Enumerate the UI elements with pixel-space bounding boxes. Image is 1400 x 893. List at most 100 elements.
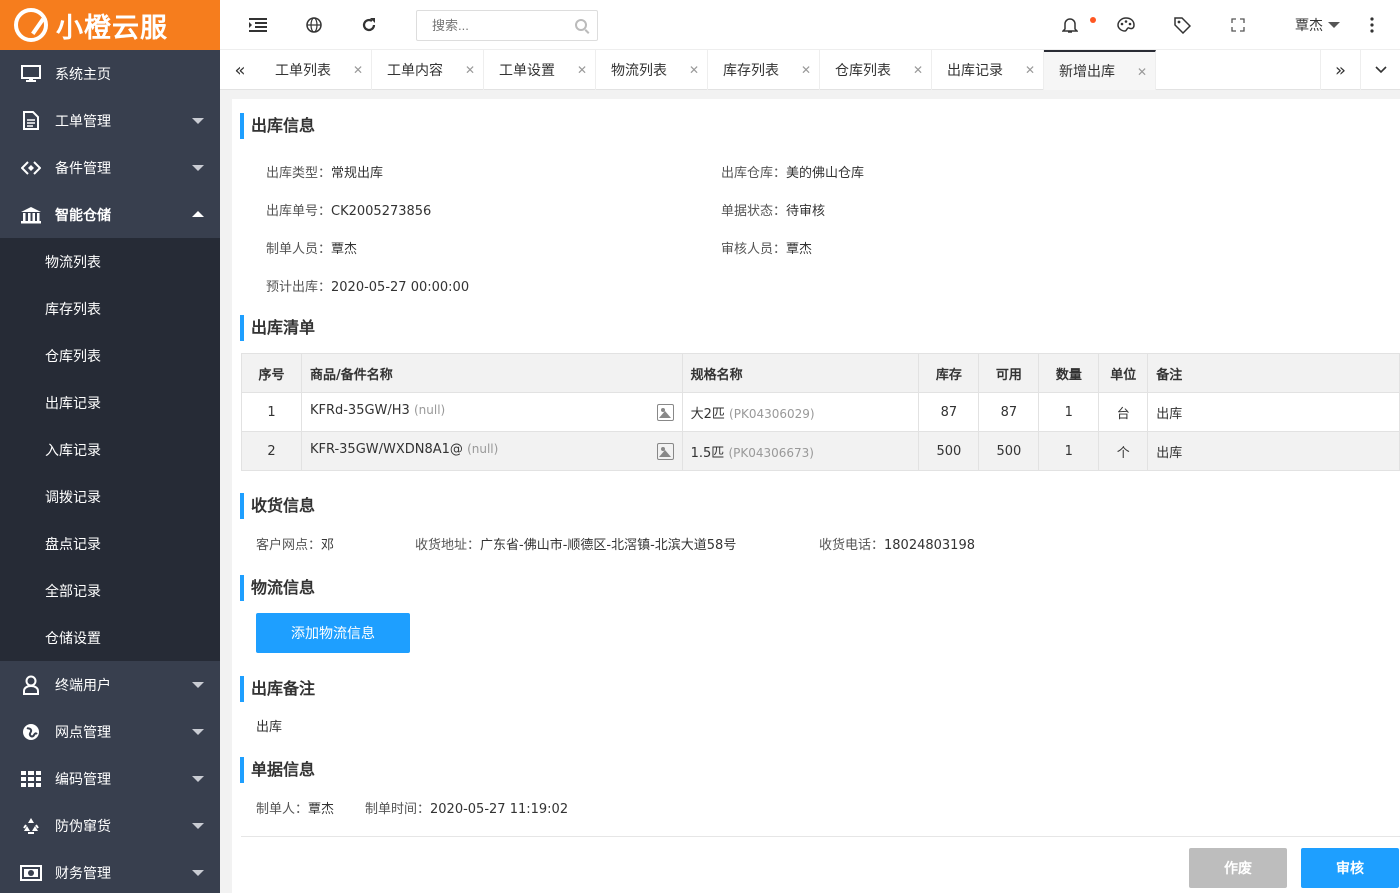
col-quantity: 数量 xyxy=(1038,353,1100,393)
tab-workorder-settings[interactable]: 工单设置 ✕ xyxy=(484,50,596,90)
chevron-down-icon xyxy=(192,729,204,735)
sidebar-item-label: 工单管理 xyxy=(55,113,111,130)
bell-icon[interactable] xyxy=(1060,15,1080,35)
sidebar-item-sites[interactable]: 网点管理 xyxy=(0,708,220,755)
field-value: 18024803198 xyxy=(884,538,975,553)
close-icon[interactable]: ✕ xyxy=(689,63,699,77)
image-icon[interactable] xyxy=(656,404,674,421)
indent-icon[interactable] xyxy=(248,15,268,35)
section-title-receive: 收货信息 xyxy=(240,493,315,519)
add-logistics-button[interactable]: 添加物流信息 xyxy=(256,613,410,653)
cell-available: 500 xyxy=(978,431,1040,471)
footer-divider xyxy=(241,836,1400,837)
search-icon[interactable] xyxy=(575,19,587,31)
auditor: 审核人员：覃杰 xyxy=(721,238,812,257)
section-title-out-info: 出库信息 xyxy=(240,113,315,139)
col-name: 商品/备件名称 xyxy=(300,353,683,393)
field-label: 审核人员： xyxy=(721,242,787,257)
submenu-item-logistics[interactable]: 物流列表 xyxy=(0,238,220,285)
submenu-item-settings[interactable]: 仓储设置 xyxy=(0,614,220,661)
tab-label: 工单设置 xyxy=(499,63,555,79)
field-value: 2020-05-27 11:19:02 xyxy=(430,802,569,817)
close-icon[interactable]: ✕ xyxy=(1137,65,1147,79)
product-note: (null) xyxy=(467,442,499,456)
document-icon xyxy=(20,110,42,132)
search-box[interactable] xyxy=(416,10,598,41)
fullscreen-icon[interactable] xyxy=(1228,15,1248,35)
tab-warehouse-list[interactable]: 仓库列表 ✕ xyxy=(820,50,932,90)
close-icon[interactable]: ✕ xyxy=(801,63,811,77)
sidebar-item-endusers[interactable]: 终端用户 xyxy=(0,661,220,708)
void-button[interactable]: 作废 xyxy=(1189,848,1287,888)
tabs-dropdown-icon[interactable] xyxy=(1360,50,1400,90)
sidebar-item-anticounterfeit[interactable]: 防伪窜货 xyxy=(0,802,220,849)
tab-workorder-list[interactable]: 工单列表 ✕ xyxy=(260,50,372,90)
tab-outbound-records[interactable]: 出库记录 ✕ xyxy=(932,50,1044,90)
brand-name: 小橙云服 xyxy=(56,12,168,44)
money-icon xyxy=(20,862,42,884)
submenu-item-all[interactable]: 全部记录 xyxy=(0,567,220,614)
tabs-scroll-left-icon[interactable]: « xyxy=(220,50,260,90)
sidebar-item-codes[interactable]: 编码管理 xyxy=(0,755,220,802)
sidebar: 系统主页 工单管理 备件管理 智能仓储 物流列表 库存列表 仓库列表 出库记录 … xyxy=(0,50,220,893)
tab-logistics-list[interactable]: 物流列表 ✕ xyxy=(596,50,708,90)
submenu-item-inbound[interactable]: 入库记录 xyxy=(0,426,220,473)
user-menu[interactable]: 覃杰 xyxy=(1295,15,1340,35)
close-icon[interactable]: ✕ xyxy=(1025,63,1035,77)
field-value: 广东省-佛山市-顺德区-北滘镇-北滨大道58号 xyxy=(480,538,737,553)
cell-remark: 出库 xyxy=(1147,392,1400,432)
cell-quantity: 1 xyxy=(1038,392,1100,432)
submenu-item-transfer[interactable]: 调拨记录 xyxy=(0,473,220,520)
close-icon[interactable]: ✕ xyxy=(353,63,363,77)
sidebar-item-finance[interactable]: 财务管理 xyxy=(0,849,220,893)
tab-stock-list[interactable]: 库存列表 ✕ xyxy=(708,50,820,90)
submenu-item-inventory[interactable]: 盘点记录 xyxy=(0,520,220,567)
field-value: 覃杰 xyxy=(331,242,358,257)
col-remark: 备注 xyxy=(1147,353,1400,393)
close-icon[interactable]: ✕ xyxy=(913,63,923,77)
image-icon[interactable] xyxy=(656,443,674,460)
out-number: 出库单号：CK2005273856 xyxy=(266,200,431,219)
submenu-item-warehouses[interactable]: 仓库列表 xyxy=(0,332,220,379)
sidebar-item-label: 系统主页 xyxy=(55,66,111,83)
field-label: 收货电话： xyxy=(819,538,885,553)
cell-quantity: 1 xyxy=(1038,431,1100,471)
section-title-remark: 出库备注 xyxy=(240,676,315,702)
brand-logo[interactable]: 小橙云服 xyxy=(0,0,220,50)
recycle-icon xyxy=(20,815,42,837)
sidebar-item-workorder[interactable]: 工单管理 xyxy=(0,97,220,144)
chevron-down-icon xyxy=(192,823,204,829)
tab-workorder-content[interactable]: 工单内容 ✕ xyxy=(372,50,484,90)
spec-code: (PK04306029) xyxy=(729,406,815,421)
cell-name: KFRd-35GW/H3 (null) xyxy=(300,392,683,432)
tabs-scroll-right-icon[interactable]: » xyxy=(1320,50,1360,90)
spec-name: 大2匹 xyxy=(690,406,725,422)
chevron-down-icon xyxy=(192,870,204,876)
table-row: 1 KFRd-35GW/H3 (null) 大2匹 (PK04306029) 8… xyxy=(241,392,1400,432)
sidebar-item-home[interactable]: 系统主页 xyxy=(0,50,220,97)
field-label: 制单人员： xyxy=(266,242,332,257)
maker: 制单人员：覃杰 xyxy=(266,238,357,257)
col-available: 可用 xyxy=(978,353,1040,393)
sidebar-item-label: 网点管理 xyxy=(55,724,111,741)
cell-unit: 个 xyxy=(1098,431,1149,471)
customer-site: 客户网点：邓 xyxy=(256,534,334,553)
refresh-icon[interactable] xyxy=(359,15,379,35)
tab-new-outbound[interactable]: 新增出库 ✕ xyxy=(1044,50,1156,90)
sidebar-item-parts[interactable]: 备件管理 xyxy=(0,144,220,191)
search-input[interactable] xyxy=(417,11,597,40)
tag-icon[interactable] xyxy=(1172,15,1192,35)
submenu-item-outbound[interactable]: 出库记录 xyxy=(0,379,220,426)
sidebar-item-warehouse[interactable]: 智能仓储 xyxy=(0,191,220,238)
product-name: KFR-35GW/WXDN8A1@ xyxy=(309,442,463,457)
audit-button[interactable]: 审核 xyxy=(1301,848,1399,888)
theme-icon[interactable] xyxy=(1116,15,1136,35)
product-name: KFRd-35GW/H3 xyxy=(309,403,410,418)
globe-icon[interactable] xyxy=(304,15,324,35)
close-icon[interactable]: ✕ xyxy=(465,63,475,77)
close-icon[interactable]: ✕ xyxy=(577,63,587,77)
more-icon[interactable] xyxy=(1362,15,1382,35)
field-value: 覃杰 xyxy=(308,802,335,817)
grid-icon xyxy=(20,768,42,790)
submenu-item-stock[interactable]: 库存列表 xyxy=(0,285,220,332)
